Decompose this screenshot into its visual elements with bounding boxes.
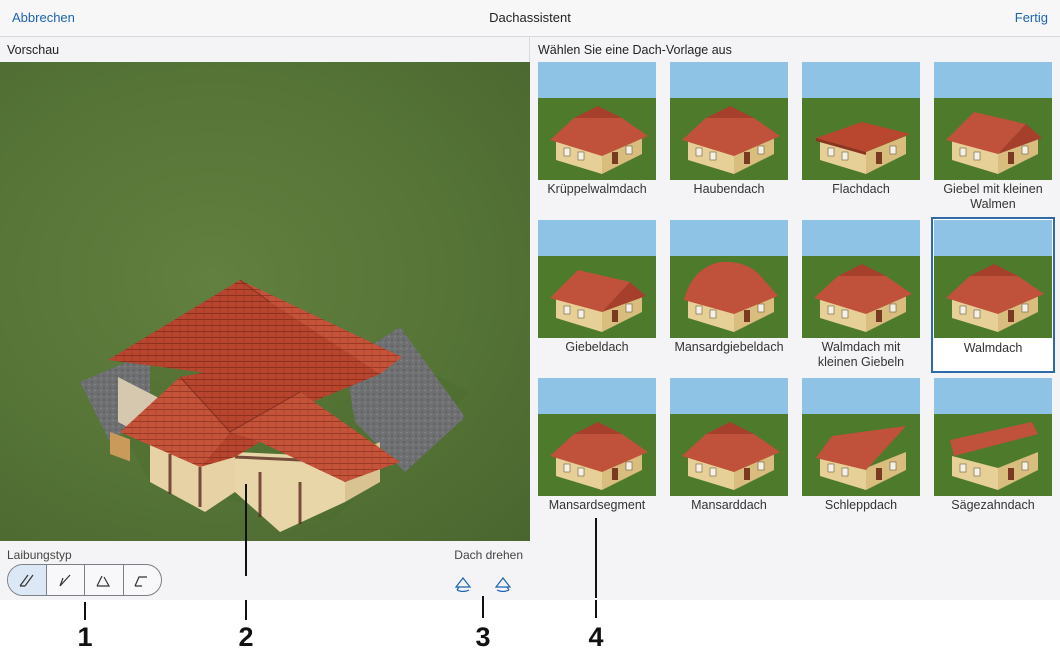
roof-template-thumbnail	[934, 220, 1052, 338]
done-button[interactable]: Fertig	[1015, 10, 1048, 25]
roof-template-label: Mansarddach	[691, 498, 767, 512]
callout-line-3	[482, 596, 484, 618]
roof-template-thumbnail	[670, 62, 788, 180]
roof-template-card[interactable]: Flachdach	[801, 61, 921, 197]
rotate-left-icon	[454, 577, 472, 593]
reveal-type-4-icon	[134, 576, 148, 587]
reveal-type-option-3[interactable]	[85, 565, 124, 595]
reveal-type-2-icon	[59, 574, 71, 587]
roof-template-thumbnail	[802, 220, 920, 338]
roof-template-card[interactable]: Krüppelwalmdach	[537, 61, 657, 197]
callout-number-3: 3	[475, 622, 491, 652]
template-header: Wählen Sie eine Dach-Vorlage aus	[538, 43, 732, 57]
house-3d-render	[80, 279, 470, 532]
callout-line-2-lower	[245, 600, 247, 620]
rotate-roof-label: Dach drehen	[454, 548, 523, 562]
roof-template-card[interactable]: Sägezahndach	[933, 377, 1053, 513]
reveal-type-1-icon	[19, 574, 34, 587]
roof-preview-viewport[interactable]	[0, 62, 530, 541]
roof-template-label: Mansardgiebeldach	[674, 340, 784, 354]
roof-template-card[interactable]: Schleppdach	[801, 377, 921, 513]
roof-template-label: Walmdach	[963, 341, 1023, 355]
roof-template-label: Flachdach	[832, 182, 890, 196]
rotate-left-button[interactable]	[453, 574, 473, 593]
roof-template-thumbnail	[802, 378, 920, 496]
roof-template-label: Giebel mit kleinen Walmen	[943, 182, 1043, 211]
roof-template-label: Krüppelwalmdach	[547, 182, 647, 196]
roof-template-card[interactable]: Giebel mit kleinen Walmen	[933, 61, 1053, 212]
roof-template-label: Mansardsegment	[548, 498, 646, 512]
callout-line-4	[595, 518, 597, 598]
roof-template-thumbnail	[538, 220, 656, 338]
roof-template-label: Giebeldach	[565, 340, 629, 354]
roof-template-card[interactable]: Walmdach	[931, 217, 1055, 373]
preview-panel: Vorschau Laibungstyp Dach drehen	[0, 37, 530, 600]
callout-line-4-lower	[595, 600, 597, 618]
callout-line-2	[245, 484, 247, 576]
roof-template-card[interactable]: Giebeldach	[537, 219, 657, 355]
reveal-type-option-2[interactable]	[47, 565, 85, 595]
roof-template-thumbnail	[934, 378, 1052, 496]
roof-template-thumbnail	[670, 220, 788, 338]
rotate-right-icon	[494, 577, 512, 593]
roof-template-label: Walmdach mit kleinen Giebeln	[817, 340, 905, 369]
roof-template-card[interactable]: Mansardsegment	[537, 377, 657, 513]
roof-template-card[interactable]: Walmdach mit kleinen Giebeln	[801, 219, 921, 370]
preview-controls: Laibungstyp Dach drehen	[0, 541, 530, 600]
roof-assistant-window: Abbrechen Dachassistent Fertig Vorschau	[0, 0, 1060, 600]
roof-template-thumbnail	[538, 62, 656, 180]
roof-template-label: Haubendach	[693, 182, 765, 196]
template-panel: Wählen Sie eine Dach-Vorlage aus Krüppel…	[531, 37, 1060, 600]
reveal-type-label: Laibungstyp	[7, 548, 72, 562]
roof-template-card[interactable]: Mansardgiebeldach	[669, 219, 789, 355]
reveal-type-3-icon	[96, 575, 110, 587]
dialog-title: Dachassistent	[489, 10, 571, 25]
reveal-type-segmented-control	[7, 564, 162, 596]
callout-line-1	[84, 602, 86, 620]
top-bar: Abbrechen Dachassistent Fertig	[0, 0, 1060, 37]
callout-number-4: 4	[588, 622, 604, 652]
preview-header: Vorschau	[7, 43, 60, 57]
roof-template-label: Schleppdach	[824, 498, 898, 512]
roof-template-label: Sägezahndach	[951, 498, 1035, 512]
callout-number-1: 1	[77, 622, 93, 652]
reveal-type-option-4[interactable]	[124, 565, 162, 595]
roof-template-thumbnail	[934, 62, 1052, 180]
roof-template-card[interactable]: Mansarddach	[669, 377, 789, 513]
roof-template-card[interactable]: Haubendach	[669, 61, 789, 197]
roof-template-thumbnail	[538, 378, 656, 496]
reveal-type-option-1[interactable]	[8, 565, 47, 595]
callout-annotations: 1 2 3 4	[0, 484, 1060, 652]
roof-template-thumbnail	[802, 62, 920, 180]
callout-number-2: 2	[238, 622, 254, 652]
roof-template-thumbnail	[670, 378, 788, 496]
rotate-right-button[interactable]	[493, 574, 513, 593]
